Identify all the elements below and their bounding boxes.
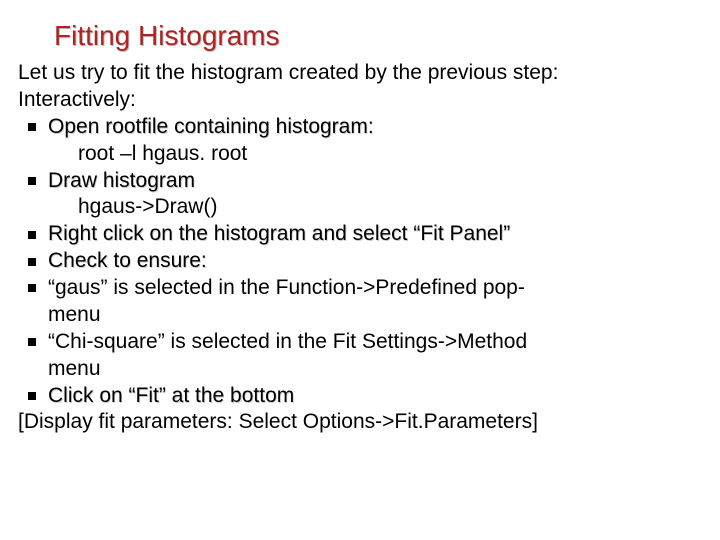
bullet-square-icon [28, 177, 36, 185]
slide-body: Let us try to fit the histogram created … [18, 60, 702, 436]
bullet-square-icon [28, 284, 36, 292]
bullet-square-icon [28, 338, 36, 346]
plain-text: “Chi-square” is selected in the Fit Sett… [48, 330, 527, 353]
bullet-square-icon [28, 392, 36, 400]
step-label: Open rootfile containing histogram: [48, 115, 374, 138]
step-label: Right click on the histogram and select … [48, 222, 510, 245]
list-item: Draw histogram hgaus->Draw() [18, 168, 702, 222]
step-label: Click on “Fit” at the bottom [48, 384, 294, 407]
list-item: Right click on the histogram and select … [18, 221, 702, 248]
bullet-list: Open rootfile containing histogram: root… [18, 114, 702, 410]
footer-note: [Display fit parameters: Select Options-… [18, 409, 702, 436]
bullet-square-icon [28, 231, 36, 239]
step-detail: hgaus->Draw() [48, 194, 702, 221]
plain-text-cont: menu [48, 357, 101, 380]
step-label: Draw histogram [48, 169, 195, 192]
list-item: “gaus” is selected in the Function->Pred… [18, 275, 702, 329]
slide-title: Fitting Histograms [54, 20, 702, 52]
intro-text-2: Interactively: [18, 87, 702, 114]
plain-text-cont: menu [48, 303, 101, 326]
slide: Fitting Histograms Let us try to fit the… [0, 0, 720, 540]
list-item: “Chi-square” is selected in the Fit Sett… [18, 329, 702, 383]
bullet-square-icon [28, 123, 36, 131]
list-item: Check to ensure: [18, 248, 702, 275]
intro-text-1: Let us try to fit the histogram created … [18, 60, 702, 87]
list-item: Click on “Fit” at the bottom [18, 383, 702, 410]
step-detail: root –l hgaus. root [48, 141, 702, 168]
plain-text: “gaus” is selected in the Function->Pred… [48, 276, 525, 299]
list-item: Open rootfile containing histogram: root… [18, 114, 702, 168]
bullet-square-icon [28, 258, 36, 266]
step-label: Check to ensure: [48, 249, 207, 272]
